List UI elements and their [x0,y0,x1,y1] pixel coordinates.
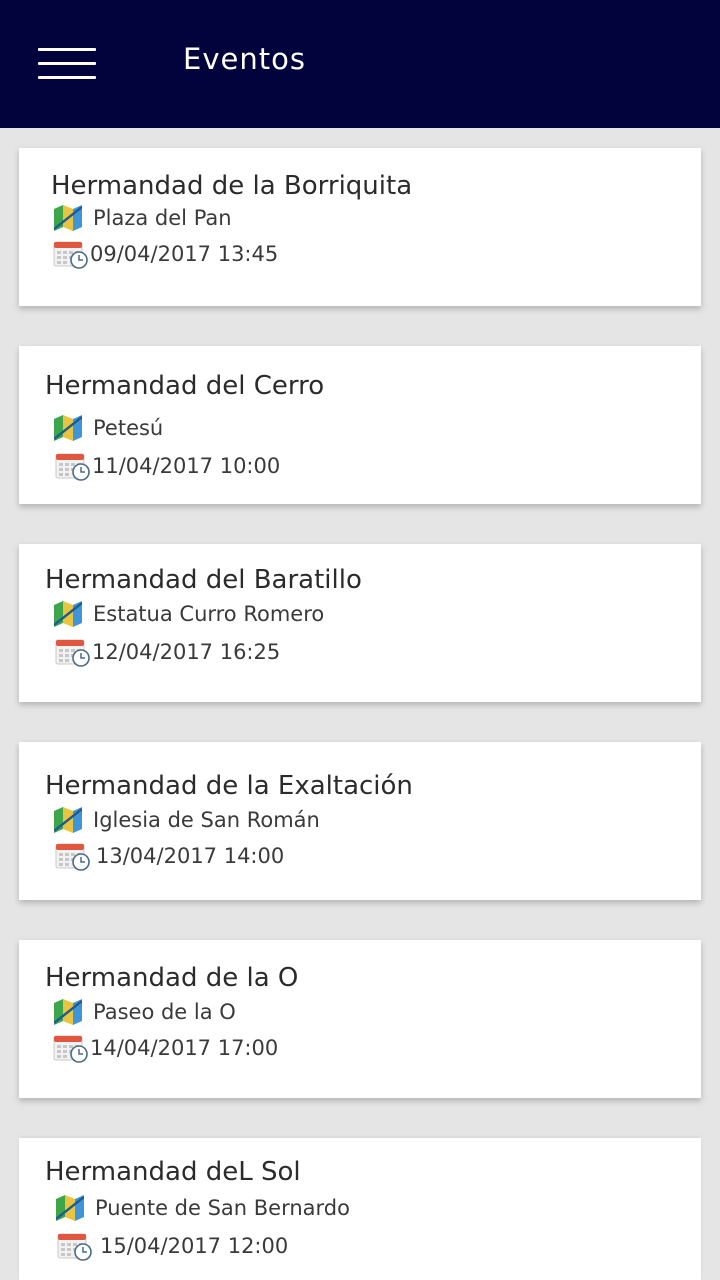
event-location-text: Puente de San Bernardo [95,1196,350,1220]
event-card[interactable]: Hermandad de la O Paseo de la O 14/04/20… [19,940,701,1098]
map-icon [54,415,82,441]
event-location: Paseo de la O [54,998,236,1026]
event-title: Hermandad del Cerro [45,371,325,401]
map-icon [56,1195,84,1221]
event-datetime-text: 13/04/2017 14:00 [96,844,285,868]
event-datetime: 15/04/2017 12:00 [57,1232,289,1261]
event-card[interactable]: Hermandad del Baratillo Estatua Curro Ro… [19,544,701,702]
event-datetime: 12/04/2017 16:25 [55,638,281,667]
event-location: Estatua Curro Romero [54,600,324,628]
calendar-clock-icon [53,241,88,269]
event-datetime: 11/04/2017 10:00 [55,452,281,481]
event-location: Iglesia de San Román [54,806,320,834]
event-card[interactable]: Hermandad del Cerro Petesú 11/04/2017 10… [19,346,701,504]
calendar-clock-icon [57,1233,92,1261]
event-location-text: Petesú [93,416,164,440]
event-location: Puente de San Bernardo [56,1194,350,1222]
calendar-clock-icon [53,1035,88,1063]
map-icon [54,205,82,231]
event-location-text: Iglesia de San Román [93,808,320,832]
page-title: Eventos [183,42,306,76]
event-location-text: Paseo de la O [93,1000,236,1024]
event-title: Hermandad deL Sol [45,1157,301,1187]
event-datetime-text: 15/04/2017 12:00 [100,1234,289,1258]
event-location: Plaza del Pan [54,204,232,232]
event-datetime: 09/04/2017 13:45 [53,240,279,269]
map-icon [54,601,82,627]
event-datetime-text: 12/04/2017 16:25 [92,640,281,664]
event-location-text: Plaza del Pan [93,206,232,230]
calendar-clock-icon [55,639,90,667]
event-list: Hermandad de la Borriquita Plaza del Pan… [0,128,720,1280]
hamburger-menu-icon[interactable] [38,48,96,82]
calendar-clock-icon [55,453,90,481]
event-card[interactable]: Hermandad deL Sol Puente de San Bernardo… [19,1138,701,1280]
event-datetime: 13/04/2017 14:00 [55,842,285,871]
event-datetime: 14/04/2017 17:00 [53,1034,279,1063]
event-title: Hermandad de la Exaltación [45,771,413,801]
event-location: Petesú [54,414,163,442]
calendar-clock-icon [55,843,90,871]
app-header: Eventos [0,0,720,128]
event-datetime-text: 14/04/2017 17:00 [90,1036,279,1060]
event-title: Hermandad de la Borriquita [51,171,413,201]
map-icon [54,999,82,1025]
event-title: Hermandad del Baratillo [45,565,362,595]
event-datetime-text: 09/04/2017 13:45 [90,242,279,266]
event-card[interactable]: Hermandad de la Exaltación Iglesia de Sa… [19,742,701,900]
map-icon [54,807,82,833]
event-card[interactable]: Hermandad de la Borriquita Plaza del Pan… [19,148,701,306]
event-location-text: Estatua Curro Romero [93,602,325,626]
event-title: Hermandad de la O [45,963,299,993]
event-datetime-text: 11/04/2017 10:00 [92,454,281,478]
